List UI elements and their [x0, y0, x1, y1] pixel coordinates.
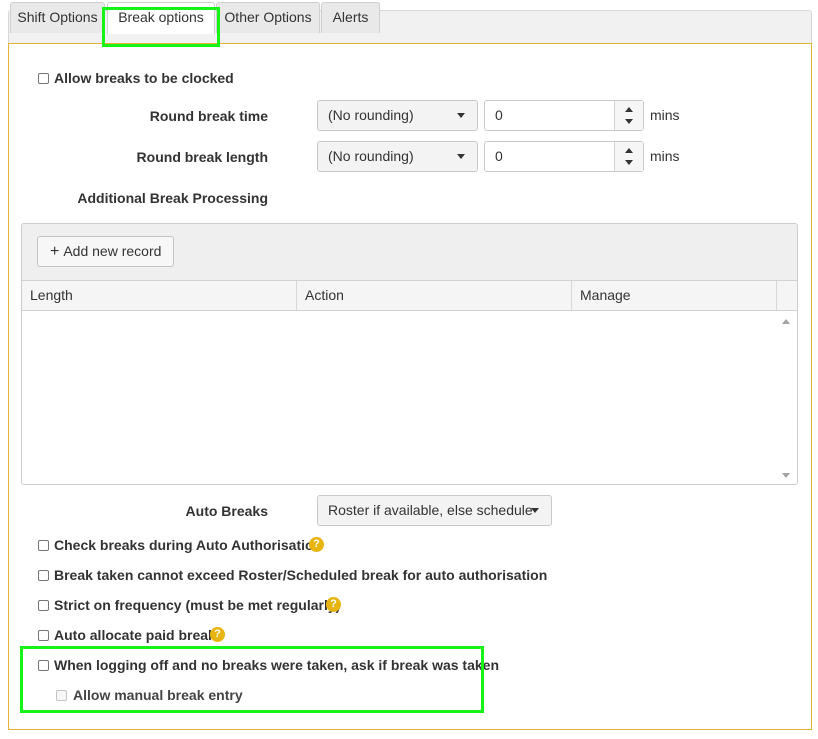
round-break-length-label: Round break length	[136, 149, 268, 165]
tab-label: Break options	[118, 9, 204, 25]
auto-allocate-paid-break-label: Auto allocate paid break	[54, 627, 216, 643]
scroll-down-icon[interactable]	[782, 473, 790, 478]
input-value: 0	[495, 107, 503, 123]
break-cannot-exceed-label: Break taken cannot exceed Roster/Schedul…	[54, 567, 548, 583]
grid-scrollbar[interactable]	[776, 311, 797, 484]
ask-if-break-taken-checkbox[interactable]	[38, 660, 49, 671]
tab-label: Shift Options	[17, 9, 98, 25]
spin-up-icon[interactable]	[625, 107, 633, 112]
tab-alerts[interactable]: Alerts	[321, 2, 380, 33]
check-breaks-auto-auth-checkbox[interactable]	[38, 540, 49, 551]
round-break-length-input[interactable]: 0	[484, 141, 644, 172]
column-header-action[interactable]: Action	[297, 281, 572, 310]
scroll-up-icon[interactable]	[782, 319, 790, 324]
allow-manual-break-entry-label: Allow manual break entry	[73, 687, 243, 703]
allow-breaks-clocked-checkbox[interactable]	[38, 73, 49, 84]
spin-down-icon[interactable]	[625, 119, 633, 124]
column-header-length[interactable]: Length	[22, 281, 297, 310]
auto-breaks-select[interactable]: Roster if available, else schedule	[317, 495, 552, 526]
add-new-record-button[interactable]: + Add new record	[37, 236, 175, 267]
round-break-time-input[interactable]: 0	[484, 100, 644, 131]
round-break-time-label: Round break time	[149, 108, 268, 124]
grid-header: Length Action Manage	[22, 281, 797, 311]
ask-if-break-taken-label: When logging off and no breaks were take…	[54, 657, 500, 673]
help-icon[interactable]: ?	[326, 597, 341, 612]
column-header-manage[interactable]: Manage	[572, 281, 777, 310]
allow-manual-break-entry-checkbox[interactable]	[56, 690, 67, 701]
additional-break-processing-label: Additional Break Processing	[77, 190, 268, 206]
break-options-panel: Allow breaks to be clocked Round break t…	[8, 43, 812, 730]
input-value: 0	[495, 148, 503, 164]
auto-allocate-paid-break-checkbox[interactable]	[38, 630, 49, 641]
tab-other-options[interactable]: Other Options	[216, 2, 320, 33]
break-cannot-exceed-checkbox[interactable]	[38, 570, 49, 581]
strict-on-frequency-checkbox[interactable]	[38, 600, 49, 611]
grid-body	[22, 311, 797, 484]
chevron-down-icon	[457, 113, 465, 118]
strict-on-frequency-label: Strict on frequency (must be met regular…	[54, 597, 341, 613]
round-break-time-select[interactable]: (No rounding)	[317, 100, 478, 131]
chevron-down-icon	[531, 508, 539, 513]
tab-label: Other Options	[224, 9, 312, 25]
help-icon[interactable]: ?	[210, 627, 225, 642]
break-processing-grid: + Add new record Length Action Manage	[21, 223, 798, 485]
spin-up-icon[interactable]	[625, 148, 633, 153]
select-value: Roster if available, else schedule	[328, 502, 533, 518]
check-breaks-auto-auth-label: Check breaks during Auto Authorisation	[54, 537, 323, 553]
tab-label: Alerts	[332, 9, 369, 25]
grid-toolbar: + Add new record	[22, 224, 797, 281]
round-break-length-unit: mins	[650, 148, 680, 164]
round-break-length-select[interactable]: (No rounding)	[317, 141, 478, 172]
tab-break-options[interactable]: Break options	[107, 2, 215, 34]
button-label: Add new record	[63, 243, 162, 259]
select-value: (No rounding)	[328, 107, 414, 123]
chevron-down-icon	[457, 154, 465, 159]
help-icon[interactable]: ?	[309, 537, 324, 552]
number-spinner[interactable]	[614, 101, 643, 130]
select-value: (No rounding)	[328, 148, 414, 164]
round-break-time-unit: mins	[650, 107, 680, 123]
plus-icon: +	[50, 243, 60, 260]
number-spinner[interactable]	[614, 142, 643, 171]
auto-breaks-label: Auto Breaks	[185, 503, 268, 519]
allow-breaks-clocked-label: Allow breaks to be clocked	[54, 70, 234, 86]
tab-shift-options[interactable]: Shift Options	[10, 2, 105, 33]
spin-down-icon[interactable]	[625, 160, 633, 165]
